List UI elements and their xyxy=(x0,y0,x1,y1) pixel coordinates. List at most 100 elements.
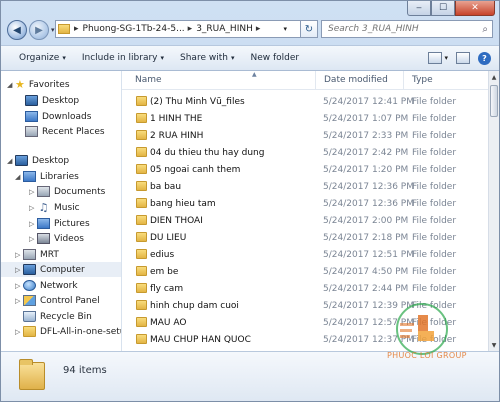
command-bar: Organize ▾ Include in library ▾ Share with… xyxy=(1,45,499,71)
file-row[interactable]: (2) Thu Minh Vũ_files 5/24/2017 12:41 PM F… xyxy=(122,93,488,110)
include-in-library-button[interactable]: Include in library ▾ xyxy=(82,53,164,63)
file-name: 05 ngoai canh them xyxy=(150,164,241,175)
file-date-modified: 5/24/2017 1:07 PM xyxy=(323,113,409,124)
column-header-date[interactable]: Date modified xyxy=(316,71,404,89)
nav-computer[interactable]: ▷ Computer xyxy=(1,262,121,277)
nav-pictures[interactable]: ▷ Pictures xyxy=(29,216,90,231)
help-icon[interactable]: ? xyxy=(478,51,491,65)
nav-desktop[interactable]: ◢ Desktop xyxy=(7,153,69,168)
expand-icon[interactable]: ▷ xyxy=(29,220,37,228)
network-icon xyxy=(23,280,36,291)
address-bar[interactable]: ▸ Phuong-SG-1Tb-24-5... ▸ 3_RUA_HINH ▸ ▾ xyxy=(55,20,312,38)
file-name: DIEN THOAI xyxy=(150,215,203,226)
file-row[interactable]: 05 ngoai canh them 5/24/2017 1:20 PM File … xyxy=(122,161,488,178)
collapse-icon[interactable]: ◢ xyxy=(7,81,15,89)
folder-icon xyxy=(136,334,147,344)
refresh-button[interactable]: ↻ xyxy=(300,20,318,38)
file-row[interactable]: bang hieu tam 5/24/2017 12:36 PM File fold… xyxy=(122,195,488,212)
back-button[interactable]: ◀ xyxy=(7,20,27,40)
nav-desktop-favorite[interactable]: Desktop xyxy=(25,93,79,108)
libraries-icon xyxy=(23,171,36,182)
computer-icon xyxy=(23,264,36,275)
nav-documents[interactable]: ▷ Documents xyxy=(29,184,105,199)
chevron-down-icon: ▾ xyxy=(230,54,235,62)
file-row[interactable]: DU LIEU 5/24/2017 2:18 PM File folder xyxy=(122,229,488,246)
file-row[interactable]: 2 RUA HINH 5/24/2017 2:33 PM File folder xyxy=(122,127,488,144)
nav-libraries[interactable]: ◢ Libraries xyxy=(15,169,79,184)
expand-icon[interactable]: ▷ xyxy=(15,297,23,305)
breadcrumb-current-folder[interactable]: 3_RUA_HINH xyxy=(196,24,253,34)
file-row[interactable]: 1 HINH THE 5/24/2017 1:07 PM File folder xyxy=(122,110,488,127)
expand-icon[interactable]: ▷ xyxy=(15,266,23,274)
search-box[interactable]: ⌕ xyxy=(321,20,493,38)
folder-icon xyxy=(19,359,45,390)
nav-recent-places[interactable]: Recent Places xyxy=(25,124,105,139)
videos-icon xyxy=(37,233,50,244)
scrollbar-thumb[interactable] xyxy=(490,85,498,117)
expand-icon[interactable]: ▷ xyxy=(29,204,37,212)
expand-icon[interactable]: ▷ xyxy=(15,282,23,290)
scroll-down-icon[interactable]: ▼ xyxy=(489,339,499,351)
music-icon: ♫ xyxy=(38,201,49,214)
nav-label: Libraries xyxy=(40,171,79,182)
share-with-button[interactable]: Share with ▾ xyxy=(180,53,234,63)
folder-icon xyxy=(136,130,147,140)
nav-label: Recent Places xyxy=(42,126,105,137)
title-bar: ‒ ☐ ✕ xyxy=(1,1,499,17)
file-type: File folder xyxy=(412,249,457,260)
collapse-icon[interactable]: ◢ xyxy=(15,173,23,181)
minimize-button[interactable]: ‒ xyxy=(407,1,431,16)
folder-icon xyxy=(136,181,147,191)
file-date-modified: 5/24/2017 12:41 PM xyxy=(323,96,414,107)
file-date-modified: 5/24/2017 2:00 PM xyxy=(323,215,409,226)
nav-downloads[interactable]: Downloads xyxy=(25,109,91,124)
nav-dfl-folder[interactable]: ▷ DFL-All-in-one-setu xyxy=(15,324,121,339)
expand-icon[interactable]: ▷ xyxy=(15,251,23,259)
breadcrumb-separator[interactable]: ▸ xyxy=(256,24,261,34)
organize-button[interactable]: Organize ▾ xyxy=(19,53,66,63)
file-type: File folder xyxy=(412,232,457,243)
recent-places-icon xyxy=(25,126,38,137)
file-name: em be xyxy=(150,266,179,277)
file-date-modified: 5/24/2017 12:51 PM xyxy=(323,249,414,260)
nav-network[interactable]: ▷ Network xyxy=(15,278,78,293)
breadcrumb-drive[interactable]: Phuong-SG-1Tb-24-5... xyxy=(83,24,185,34)
search-input[interactable] xyxy=(322,23,478,35)
desktop-icon xyxy=(25,95,38,106)
new-folder-button[interactable]: New folder xyxy=(250,53,299,63)
file-row[interactable]: DIEN THOAI 5/24/2017 2:00 PM File folder xyxy=(122,212,488,229)
scroll-up-icon[interactable]: ▲ xyxy=(489,71,499,83)
nav-videos[interactable]: ▷ Videos xyxy=(29,231,84,246)
file-row[interactable]: em be 5/24/2017 4:50 PM File folder xyxy=(122,263,488,280)
nav-music[interactable]: ▷ ♫ Music xyxy=(29,200,80,215)
column-header-name[interactable]: Name xyxy=(122,71,316,89)
preview-pane-icon[interactable] xyxy=(456,52,470,64)
close-button[interactable]: ✕ xyxy=(455,1,495,16)
breadcrumb-separator[interactable]: ▸ xyxy=(188,24,193,34)
address-dropdown-icon[interactable]: ▾ xyxy=(283,25,287,33)
file-date-modified: 5/24/2017 1:20 PM xyxy=(323,164,409,175)
nav-control-panel[interactable]: ▷ Control Panel xyxy=(15,293,100,308)
file-row[interactable]: 04 du thieu thu hay dung 5/24/2017 2:42 P… xyxy=(122,144,488,161)
forward-button[interactable]: ▶ xyxy=(29,20,49,40)
change-view-icon[interactable] xyxy=(428,52,443,64)
file-row[interactable]: ba bau 5/24/2017 12:36 PM File folder xyxy=(122,178,488,195)
expand-icon[interactable]: ▷ xyxy=(15,328,23,336)
file-row[interactable]: fly cam 5/24/2017 2:44 PM File folder xyxy=(122,280,488,297)
collapse-icon[interactable]: ◢ xyxy=(7,157,15,165)
nav-recycle-bin[interactable]: Recycle Bin xyxy=(23,309,92,324)
nav-label: Control Panel xyxy=(40,295,100,306)
breadcrumb-separator[interactable]: ▸ xyxy=(74,24,79,34)
nav-favorites[interactable]: ◢ ★ Favorites xyxy=(7,77,70,92)
file-row[interactable]: edius 5/24/2017 12:51 PM File folder xyxy=(122,246,488,263)
column-header-type[interactable]: Type xyxy=(404,71,488,89)
maximize-button[interactable]: ☐ xyxy=(431,1,455,16)
chevron-down-icon: ▾ xyxy=(62,54,66,62)
expand-icon[interactable]: ▷ xyxy=(29,188,37,196)
expand-icon[interactable]: ▷ xyxy=(29,235,37,243)
view-dropdown-icon[interactable]: ▾ xyxy=(444,54,448,62)
vertical-scrollbar[interactable]: ▲ ▼ xyxy=(488,71,499,351)
search-icon[interactable]: ⌕ xyxy=(482,24,488,35)
nav-label: Network xyxy=(40,280,78,291)
nav-mrt[interactable]: ▷ MRT xyxy=(15,247,59,262)
